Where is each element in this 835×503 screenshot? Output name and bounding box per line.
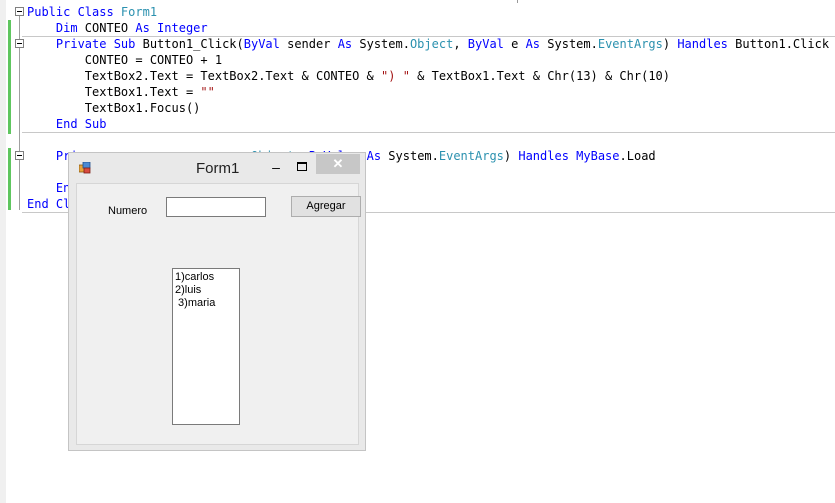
code-token: Form1 (120, 5, 158, 19)
code-token: EventArgs (438, 149, 504, 163)
code-token: "" (200, 85, 215, 99)
names-list-textbox[interactable]: 1)carlos 2)luis 3)maria (172, 268, 240, 425)
code-line[interactable]: TextBox2.Text = TextBox2.Text & CONTEO &… (27, 68, 670, 84)
code-token: System. (388, 149, 439, 163)
code-line[interactable]: TextBox1.Text = "" (27, 84, 215, 100)
code-token: System. (547, 37, 598, 51)
numero-label: Numero (108, 205, 148, 217)
code-token: .Load (619, 149, 656, 163)
code-token: End Sub (27, 117, 107, 131)
minimize-button[interactable]: – (265, 159, 287, 177)
code-token: TextBox2.Text = TextBox2.Text & CONTEO & (27, 69, 382, 83)
code-token: e (511, 37, 526, 51)
code-token: ByVal (467, 37, 512, 51)
code-token: Button1.Click (735, 37, 830, 51)
change-indicator-bar (8, 148, 11, 210)
form1-window[interactable]: Form1 – ✕ Numero Agregar 1)carlos 2)luis… (68, 152, 366, 451)
code-token: Object (409, 37, 454, 51)
code-token: CONTEO = CONTEO + 1 (27, 53, 223, 67)
code-token: Button1_Click( (142, 37, 244, 51)
agregar-button[interactable]: Agregar (291, 196, 361, 217)
code-token: MyBase (576, 149, 620, 163)
code-token: EventArgs (597, 37, 663, 51)
code-token: Handles (677, 37, 736, 51)
list-item: 1)carlos (175, 271, 215, 283)
code-line[interactable]: Private Sub Button1_Click(ByVal sender A… (27, 36, 829, 52)
code-token: As (366, 149, 389, 163)
code-token: , (453, 37, 468, 51)
close-button[interactable]: ✕ (316, 154, 360, 174)
editor-left-margin (0, 0, 6, 503)
form-client-area: Numero Agregar 1)carlos 2)luis 3)maria (76, 183, 361, 445)
collapse-class-icon[interactable] (15, 7, 24, 16)
form-app-icon (79, 162, 91, 174)
method-separator (22, 132, 835, 133)
code-token: Private Sub (27, 37, 143, 51)
code-token: sender (287, 37, 338, 51)
code-token: Handles (518, 149, 577, 163)
editor-top-tick (517, 0, 518, 3)
code-line[interactable]: End Sub (27, 116, 107, 132)
list-item: 2)luis (175, 284, 202, 296)
code-token: ) (503, 149, 519, 163)
code-token: ") " (381, 69, 410, 83)
window-title: Form1 (196, 160, 240, 177)
numero-input[interactable] (166, 197, 266, 217)
code-token: ) (662, 37, 678, 51)
code-line[interactable]: End Cl (27, 196, 70, 212)
maximize-button[interactable] (291, 159, 313, 177)
code-token: & TextBox1.Text & Chr(13) & Chr(10) (409, 69, 671, 83)
code-line[interactable]: TextBox1.Focus() (27, 100, 201, 116)
code-token: TextBox1.Text = (27, 85, 201, 99)
code-token: End Cl (27, 197, 71, 211)
code-line[interactable]: En (27, 180, 70, 196)
collapse-sub-icon[interactable] (15, 39, 24, 48)
code-token: ByVal (243, 37, 288, 51)
code-line[interactable]: Public Class Form1 (27, 4, 157, 20)
collapse-sub-icon[interactable] (15, 151, 24, 160)
code-token: As Integer (135, 21, 208, 35)
code-token: Dim (27, 21, 85, 35)
code-token: Public Class (27, 5, 121, 19)
title-bar[interactable]: Form1 – ✕ (69, 153, 365, 183)
code-line[interactable]: Dim CONTEO As Integer (27, 20, 208, 36)
code-line[interactable]: CONTEO = CONTEO + 1 (27, 52, 222, 68)
change-indicator-bar (8, 20, 11, 134)
code-token: En (27, 181, 71, 195)
editor-top-border (0, 0, 835, 3)
code-token: TextBox1.Focus() (27, 101, 201, 115)
code-token: As (525, 37, 548, 51)
list-item: 3)maria (175, 297, 216, 309)
code-token: System. (359, 37, 410, 51)
code-token: CONTEO (84, 21, 136, 35)
code-token: As (337, 37, 360, 51)
